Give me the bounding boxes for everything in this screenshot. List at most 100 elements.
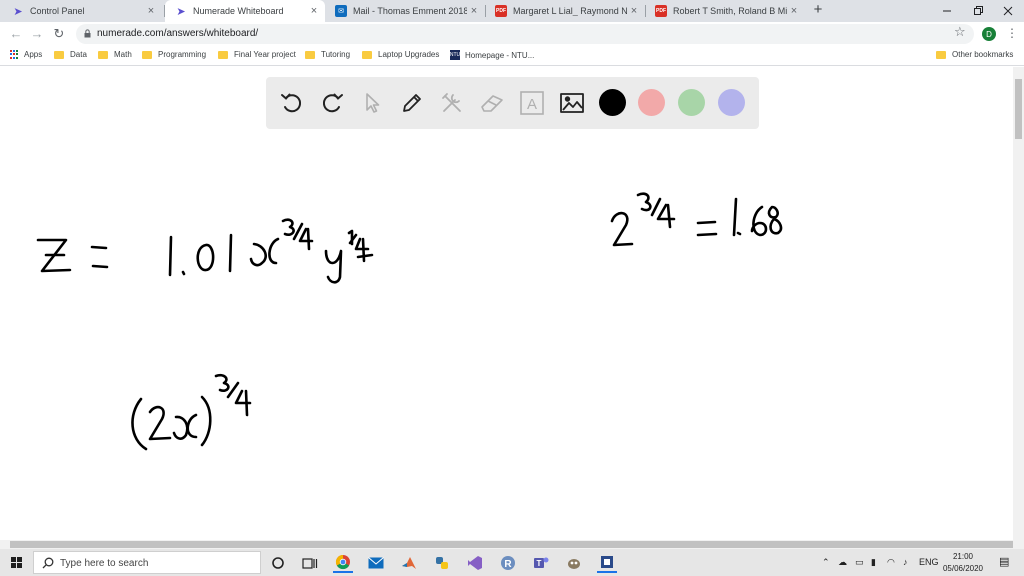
app-taskbar-button[interactable] <box>597 553 617 573</box>
pointer-icon <box>366 93 380 113</box>
tab-mail[interactable]: ✉ Mail - Thomas Emment 2018 (No × <box>325 0 485 22</box>
clock-time: 21:00 <box>952 552 974 561</box>
tab-title: Margaret L Lial_ Raymond N Gree <box>513 6 627 16</box>
image-tool[interactable] <box>558 89 586 117</box>
bookmark-label: Data <box>70 50 87 59</box>
bookmark-tutoring[interactable]: Tutoring <box>305 50 350 59</box>
cortana-button[interactable] <box>268 553 288 573</box>
mail-icon <box>368 557 384 569</box>
maximize-button[interactable] <box>962 0 994 22</box>
pen-tool[interactable] <box>398 89 426 117</box>
teams-glyph: T <box>537 559 542 568</box>
forward-button[interactable]: → <box>29 26 45 41</box>
whiteboard-canvas[interactable] <box>0 67 1013 540</box>
other-bookmarks[interactable]: Other bookmarks <box>936 50 1013 59</box>
pointer-tool[interactable] <box>358 89 386 117</box>
r-icon: R <box>501 556 515 570</box>
gimp-taskbar-button[interactable] <box>564 553 584 573</box>
system-clock[interactable]: 21:00 05/06/2020 <box>938 551 988 575</box>
horizontal-scrollbar[interactable] <box>0 540 1024 549</box>
teams-taskbar-button[interactable]: T <box>531 553 551 573</box>
url-text: numerade.com/answers/whiteboard/ <box>97 28 259 39</box>
color-swatch-lavender[interactable] <box>718 89 745 116</box>
gimp-icon <box>568 559 580 569</box>
pdf-icon: PDF <box>495 5 507 17</box>
folder-icon <box>218 50 228 59</box>
folder-icon <box>305 50 315 59</box>
lock-icon <box>84 29 91 38</box>
python-taskbar-button[interactable] <box>432 553 452 573</box>
address-bar: ← → ↻ numerade.com/answers/whiteboard/ <box>0 22 1024 46</box>
close-icon[interactable]: × <box>307 5 321 17</box>
start-button[interactable] <box>11 557 22 568</box>
tab-control-panel[interactable]: ➤ Control Panel × <box>2 0 162 22</box>
profile-avatar[interactable]: D <box>982 27 996 41</box>
back-button[interactable]: ← <box>8 26 24 41</box>
bookmark-data[interactable]: Data <box>54 50 87 59</box>
volume-icon[interactable]: ♪ <box>903 557 908 567</box>
color-swatch-green[interactable] <box>678 89 705 116</box>
onedrive-icon[interactable]: ☁ <box>838 557 847 568</box>
text-icon: A <box>520 91 544 115</box>
matlab-taskbar-button[interactable] <box>399 553 419 573</box>
apps-icon <box>10 50 19 59</box>
color-swatch-pink[interactable] <box>638 89 665 116</box>
tools-button[interactable] <box>438 89 466 117</box>
folder-icon <box>362 50 372 59</box>
battery-icon[interactable]: ▮ <box>871 557 876 568</box>
menu-icon[interactable]: ⋮ <box>1006 26 1018 40</box>
tab-numerade-whiteboard[interactable]: ➤ Numerade Whiteboard × <box>165 0 325 22</box>
bookmark-apps[interactable]: Apps <box>10 50 42 59</box>
eraser-tool[interactable] <box>478 89 506 117</box>
new-tab-button[interactable]: + <box>810 1 826 18</box>
close-icon[interactable]: × <box>627 5 641 17</box>
redo-button[interactable] <box>318 89 346 117</box>
minimize-button[interactable] <box>931 0 963 22</box>
clock-date: 05/06/2020 <box>942 564 984 573</box>
chrome-taskbar-button[interactable] <box>333 553 353 573</box>
bookmark-math[interactable]: Math <box>98 50 132 59</box>
bookmark-label: Programming <box>158 50 207 59</box>
handwritten-expression-2x <box>131 373 252 451</box>
wifi-icon[interactable]: ◠ <box>887 557 895 568</box>
r-taskbar-button[interactable]: R <box>498 553 518 573</box>
close-icon[interactable]: × <box>144 5 158 17</box>
taskbar-search-input[interactable]: Type here to search <box>33 551 261 574</box>
text-tool[interactable]: A <box>518 89 546 117</box>
visual-studio-taskbar-button[interactable] <box>465 553 485 573</box>
bookmark-laptop-upgrades[interactable]: Laptop Upgrades <box>362 50 439 59</box>
bookmark-label: Laptop Upgrades <box>378 50 440 59</box>
reload-button[interactable]: ↻ <box>51 26 67 42</box>
folder-icon <box>54 50 64 59</box>
teams-icon: T <box>534 557 549 568</box>
bookmark-final-year-project[interactable]: Final Year project <box>218 50 296 59</box>
bookmark-homepage-ntu[interactable]: NTU Homepage - NTU... <box>450 50 534 60</box>
vertical-scrollbar[interactable] <box>1013 67 1024 540</box>
undo-button[interactable] <box>278 89 306 117</box>
bookmark-star-icon[interactable]: ☆ <box>954 24 966 40</box>
omnibox[interactable]: numerade.com/answers/whiteboard/ <box>76 24 974 44</box>
notifications-icon[interactable]: ▤ <box>999 555 1009 568</box>
close-window-button[interactable] <box>992 0 1024 22</box>
close-icon[interactable]: × <box>787 5 801 17</box>
task-view-button[interactable] <box>300 553 320 573</box>
mail-icon: ✉ <box>335 5 347 17</box>
tab-title: Mail - Thomas Emment 2018 (No <box>353 6 467 16</box>
display-icon[interactable]: ▭ <box>855 557 864 568</box>
matlab-icon <box>402 557 416 569</box>
color-swatch-black[interactable] <box>599 89 626 116</box>
vertical-scroll-thumb[interactable] <box>1015 79 1022 139</box>
handwritten-result <box>610 192 783 247</box>
task-view-icon <box>302 558 318 569</box>
tray-chevron-icon[interactable]: ⌃ <box>822 557 830 568</box>
cortana-icon <box>272 557 284 569</box>
tab-pdf-lial[interactable]: PDF Margaret L Lial_ Raymond N Gree × <box>485 0 645 22</box>
tab-pdf-smith[interactable]: PDF Robert T Smith, Roland B Minton × <box>645 0 805 22</box>
close-icon[interactable]: × <box>467 5 481 17</box>
horizontal-scroll-thumb[interactable] <box>10 541 1013 548</box>
language-indicator[interactable]: ENG <box>919 557 939 567</box>
bookmark-programming[interactable]: Programming <box>142 50 206 59</box>
mail-taskbar-button[interactable] <box>366 553 386 573</box>
tools-icon <box>442 93 461 112</box>
tab-title: Control Panel <box>30 6 85 16</box>
